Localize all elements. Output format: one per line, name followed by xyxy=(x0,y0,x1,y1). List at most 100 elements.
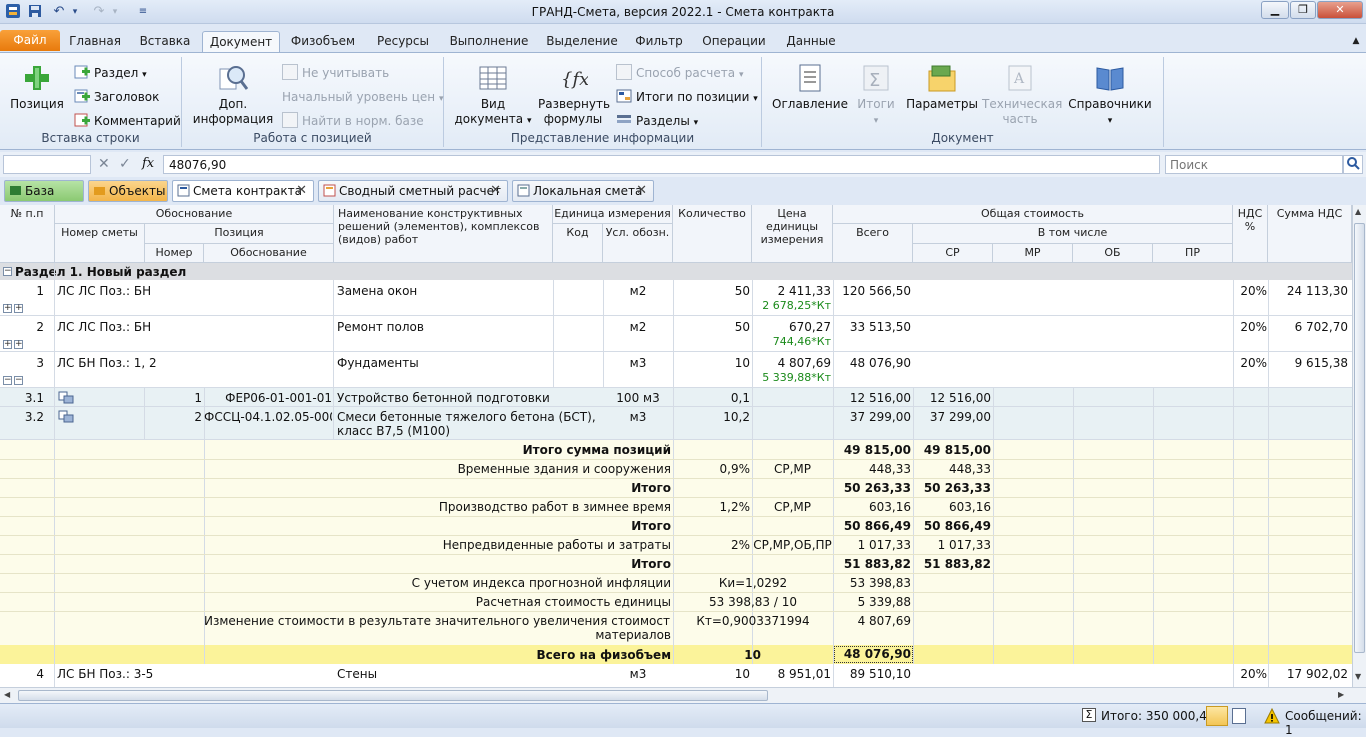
col-header-sr[interactable]: СР xyxy=(913,244,993,263)
col-header-pr[interactable]: ПР xyxy=(1153,244,1233,263)
col-header-qty[interactable]: Количество xyxy=(673,205,752,263)
col-header-vat-sum[interactable]: Сумма НДС xyxy=(1268,205,1352,263)
more-info-button[interactable]: Доп. информация xyxy=(190,63,276,127)
col-header-number[interactable]: Номер xyxy=(145,244,204,263)
calc-method-button[interactable]: Способ расчета ▾ xyxy=(616,63,743,83)
search-input[interactable] xyxy=(1165,155,1343,174)
sections-button[interactable]: Разделы ▾ xyxy=(616,111,698,131)
col-header-unit-short[interactable]: Усл. обозн. xyxy=(603,224,673,263)
scroll-left-icon[interactable]: ◀ xyxy=(4,690,10,699)
expand-row-icon[interactable]: + xyxy=(14,304,23,313)
page-view-icon[interactable] xyxy=(1206,706,1228,726)
row-num: 1 xyxy=(36,284,44,298)
scroll-right-icon[interactable]: ▶ xyxy=(1338,690,1344,699)
expand-row-icon[interactable]: + xyxy=(3,340,12,349)
table-view-icon xyxy=(479,66,507,90)
tab-resources[interactable]: Ресурсы xyxy=(368,31,438,52)
col-header-ob[interactable]: ОБ xyxy=(1073,244,1153,263)
function-icon[interactable]: fx xyxy=(142,156,154,171)
totals-base: СР,МР xyxy=(773,500,812,514)
col-header-estimate-no[interactable]: Номер сметы xyxy=(55,224,145,263)
sum-icon: Σ xyxy=(1082,708,1096,722)
row-vat: 20% xyxy=(1240,284,1267,298)
col-header-position[interactable]: Позиция xyxy=(145,224,334,244)
minimize-button[interactable]: ▁ xyxy=(1261,1,1289,19)
horizontal-scroll-thumb[interactable] xyxy=(18,690,768,701)
col-header-total-cost[interactable]: Общая стоимость xyxy=(833,205,1233,224)
close-tab-icon[interactable]: ✕ xyxy=(490,181,501,201)
parameters-button[interactable]: Параметры xyxy=(906,63,978,112)
col-header-num[interactable]: № п.п xyxy=(0,205,55,263)
insert-section-button[interactable]: Раздел ▾ xyxy=(74,63,147,83)
group-label-view: Представление информации xyxy=(510,131,695,145)
vertical-scroll-thumb[interactable] xyxy=(1354,223,1365,653)
reference-books-button[interactable]: Справочники ▾ xyxy=(1066,63,1154,129)
totals-label: Временные здания и сооружения xyxy=(457,462,671,476)
tab-summary-estimate[interactable]: Сводный сметный расчет ✕ xyxy=(318,180,508,202)
col-header-unit[interactable]: Единица измерения xyxy=(553,205,673,224)
expand-row-icon[interactable]: + xyxy=(14,340,23,349)
horizontal-scrollbar[interactable]: ◀ ▶ xyxy=(0,687,1366,703)
tab-objects[interactable]: Объекты xyxy=(88,180,168,202)
tab-filter[interactable]: Фильтр xyxy=(630,31,688,52)
start-price-level-button[interactable]: Начальный уровень цен ▾ xyxy=(282,87,444,107)
collapse-row-icon[interactable]: − xyxy=(3,376,12,385)
col-header-basis-sub[interactable]: Обоснование xyxy=(204,244,334,263)
insert-heading-button[interactable]: Заголовок xyxy=(74,87,159,107)
ignore-button[interactable]: Не учитывать xyxy=(282,63,389,83)
tab-home[interactable]: Главная xyxy=(64,31,126,52)
toc-button[interactable]: Оглавление xyxy=(770,63,850,112)
cancel-edit-icon[interactable]: ✕ xyxy=(98,156,110,172)
cell-address-field[interactable] xyxy=(3,155,91,174)
insert-comment-button[interactable]: Комментарий xyxy=(74,111,181,131)
insert-position-button[interactable]: Позиция xyxy=(8,63,66,112)
row-qty: 10 xyxy=(734,667,750,681)
confirm-edit-icon[interactable]: ✓ xyxy=(119,156,131,172)
tab-insert[interactable]: Вставка xyxy=(134,31,196,52)
tab-contract-estimate[interactable]: Смета контракта ✕ xyxy=(172,180,314,202)
close-tab-icon[interactable]: ✕ xyxy=(296,181,307,201)
status-messages[interactable]: Сообщений: 1 xyxy=(1285,709,1366,737)
vertical-scrollbar[interactable]: ▲ ▼ xyxy=(1352,205,1366,687)
status-total: Итого: 350 000,40 xyxy=(1101,709,1215,723)
find-in-base-button[interactable]: Найти в норм. базе xyxy=(282,111,424,131)
tab-selection[interactable]: Выделение xyxy=(542,31,622,52)
col-header-incl[interactable]: В том числе xyxy=(913,224,1233,244)
col-header-basis[interactable]: Обоснование xyxy=(55,205,334,224)
section-row[interactable] xyxy=(0,263,1352,280)
tab-document[interactable]: Документ xyxy=(202,31,280,52)
col-header-total[interactable]: Всего xyxy=(833,224,913,263)
technical-part-button[interactable]: A Техническая часть xyxy=(982,63,1062,127)
tab-physvolume[interactable]: Физобъем xyxy=(286,31,360,52)
position-totals-icon xyxy=(616,89,632,103)
tab-local-estimate[interactable]: Локальная смета ✕ xyxy=(512,180,654,202)
doc-view-icon[interactable] xyxy=(1232,708,1246,724)
document-view-button[interactable]: Вид документа ▾ xyxy=(452,63,534,129)
grand-total-value[interactable]: 48 076,90 xyxy=(834,646,913,663)
col-header-name[interactable]: Наименование конструктивных решений (эле… xyxy=(334,205,553,263)
search-icon[interactable] xyxy=(1343,155,1363,174)
ribbon-collapse-icon[interactable]: ▲ xyxy=(1348,31,1364,52)
close-tab-icon[interactable]: ✕ xyxy=(636,181,647,201)
maximize-button[interactable]: ❐ xyxy=(1290,1,1316,19)
expand-formulas-button[interactable]: {fx} Развернутьформулы xyxy=(538,63,610,127)
tab-operations[interactable]: Операции xyxy=(698,31,770,52)
totals-label: Итого xyxy=(631,519,671,533)
col-header-vat-pct[interactable]: НДС % xyxy=(1233,205,1268,263)
formula-input[interactable]: 48076,90 xyxy=(163,155,1160,174)
expand-row-icon[interactable]: + xyxy=(3,304,12,313)
tab-base[interactable]: База xyxy=(4,180,84,202)
totals-button[interactable]: Σ Итоги ▾ xyxy=(850,63,902,129)
tab-data[interactable]: Данные xyxy=(780,31,842,52)
collapse-row-icon[interactable]: − xyxy=(14,376,23,385)
collapse-section-icon[interactable]: − xyxy=(3,267,12,276)
scroll-up-icon[interactable]: ▲ xyxy=(1355,207,1361,216)
position-totals-button[interactable]: Итоги по позиции ▾ xyxy=(616,87,758,107)
col-header-price[interactable]: Цена единицы измерения xyxy=(752,205,833,263)
col-header-code[interactable]: Код xyxy=(553,224,603,263)
tab-file[interactable]: Файл xyxy=(0,30,60,51)
scroll-down-icon[interactable]: ▼ xyxy=(1355,672,1361,681)
tab-execution[interactable]: Выполнение xyxy=(446,31,532,52)
col-header-mr[interactable]: МР xyxy=(993,244,1073,263)
close-button[interactable]: ✕ xyxy=(1317,1,1363,19)
